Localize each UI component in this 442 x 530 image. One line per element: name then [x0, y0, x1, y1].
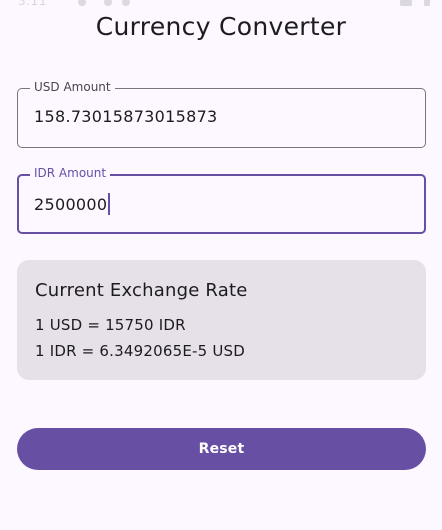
idr-amount-label: IDR Amount [30, 166, 111, 180]
text-cursor [108, 193, 111, 215]
idr-amount-value[interactable]: 2500000 [34, 195, 107, 214]
page-title: Currency Converter [95, 12, 347, 41]
reset-button[interactable]: Reset [17, 428, 426, 470]
usd-amount-value[interactable]: 158.73015873015873 [34, 107, 218, 127]
idr-amount-input-text[interactable]: 2500000 [34, 193, 111, 215]
wifi-icon [400, 0, 412, 6]
notification-icon [122, 0, 130, 6]
notification-icon [104, 0, 112, 6]
notification-icon [78, 0, 86, 6]
usd-amount-label: USD Amount [30, 80, 115, 94]
battery-icon [424, 0, 430, 6]
usd-to-idr-rate: 1 USD = 15750 IDR [35, 316, 186, 334]
usd-amount-field[interactable]: USD Amount 158.73015873015873 [17, 80, 426, 148]
idr-amount-field[interactable]: IDR Amount 2500000 [17, 166, 426, 234]
status-time: 3:11 [18, 0, 47, 8]
exchange-rate-title: Current Exchange Rate [35, 280, 248, 301]
exchange-rate-card: Current Exchange Rate 1 USD = 15750 IDR … [17, 260, 426, 380]
idr-to-usd-rate: 1 IDR = 6.3492065E-5 USD [35, 342, 245, 360]
